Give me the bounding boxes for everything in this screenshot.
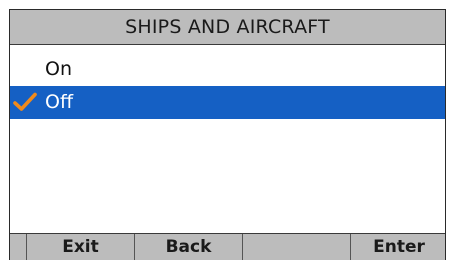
option-label: On bbox=[45, 58, 72, 80]
softkey-bar: Exit Back Enter bbox=[10, 233, 445, 260]
check-icon bbox=[13, 92, 37, 111]
exit-softkey[interactable]: Exit bbox=[27, 234, 135, 260]
softkey-blank[interactable] bbox=[243, 234, 351, 260]
back-softkey[interactable]: Back bbox=[135, 234, 243, 260]
option-on[interactable]: On bbox=[10, 53, 445, 86]
menu-screen: SHIPS AND AIRCRAFT On Off Exit Back Ente… bbox=[9, 9, 446, 260]
softkey-blank-left bbox=[10, 234, 27, 260]
option-label: Off bbox=[45, 91, 74, 113]
enter-softkey[interactable]: Enter bbox=[351, 234, 445, 260]
title-bar: SHIPS AND AIRCRAFT bbox=[10, 10, 445, 45]
option-off[interactable]: Off bbox=[10, 86, 445, 119]
page-title: SHIPS AND AIRCRAFT bbox=[125, 16, 330, 38]
